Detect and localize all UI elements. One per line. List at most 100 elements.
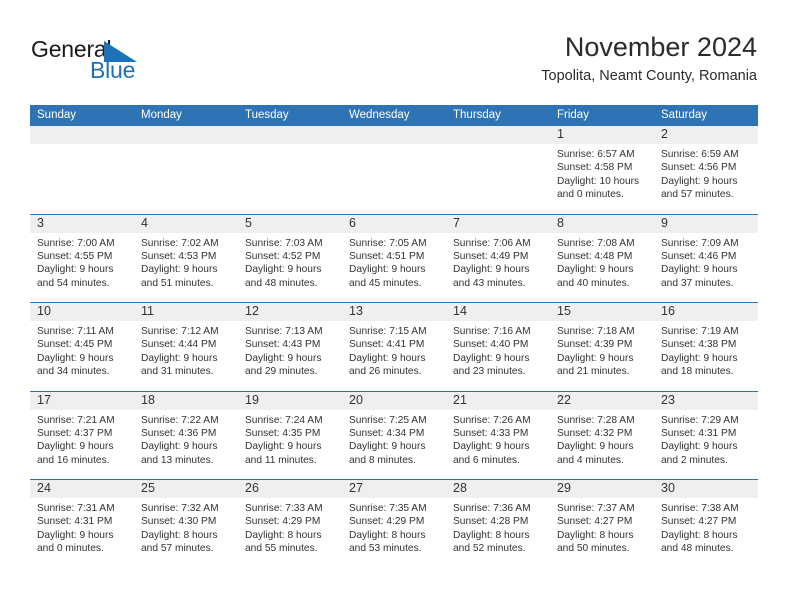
day-number: 5 [238, 214, 342, 233]
day-cell[interactable]: 25 Sunrise: 7:32 AM Sunset: 4:30 PM Dayligh… [134, 480, 238, 569]
sunrise-text: Sunrise: 7:24 AM [245, 414, 323, 426]
weekday-header-sunday: Sunday [37, 109, 77, 121]
sunrise-text: Sunrise: 7:29 AM [661, 414, 739, 426]
day-cell[interactable]: 11 Sunrise: 7:12 AM Sunset: 4:44 PM Dayligh… [134, 303, 238, 391]
day-cell[interactable]: 6 Sunrise: 7:05 AM Sunset: 4:51 PM Daylight… [342, 214, 446, 303]
day-cell[interactable]: 23 Sunrise: 7:29 AM Sunset: 4:31 PM Dayligh… [654, 391, 758, 480]
sunrise-text: Sunrise: 7:18 AM [557, 326, 635, 337]
daylight-text: Daylight: 9 hours and 0 minutes. [37, 529, 114, 555]
sunset-text: Sunset: 4:31 PM [661, 427, 737, 439]
day-number [134, 126, 238, 144]
week-row: 3 Sunrise: 7:00 AM Sunset: 4:55 PM Daylight… [30, 214, 758, 303]
day-number [342, 126, 446, 144]
daylight-text: Daylight: 8 hours and 50 minutes. [557, 529, 634, 555]
daylight-text: Daylight: 9 hours and 16 minutes. [37, 441, 114, 466]
sunrise-text: Sunrise: 6:57 AM [557, 149, 635, 160]
day-number: 1 [550, 126, 654, 144]
sunrise-text: Sunrise: 7:33 AM [245, 503, 323, 514]
day-number: 6 [342, 214, 446, 233]
daylight-text: Daylight: 9 hours and 51 minutes. [141, 264, 218, 289]
sunset-text: Sunset: 4:30 PM [141, 516, 217, 528]
sunrise-text: Sunrise: 7:12 AM [141, 326, 219, 337]
day-cell[interactable]: 17 Sunrise: 7:21 AM Sunset: 4:37 PM Dayligh… [30, 391, 134, 480]
day-number [446, 126, 550, 144]
day-number: 22 [550, 391, 654, 410]
day-cell[interactable]: 13 Sunrise: 7:15 AM Sunset: 4:41 PM Dayligh… [342, 303, 446, 391]
day-cell[interactable]: 4 Sunrise: 7:02 AM Sunset: 4:53 PM Daylight… [134, 214, 238, 303]
sunset-text: Sunset: 4:49 PM [453, 250, 529, 262]
day-number: 12 [238, 303, 342, 321]
weekday-header-saturday: Saturday [661, 109, 708, 121]
day-number: 3 [30, 214, 134, 233]
day-cell[interactable]: 30 Sunrise: 7:38 AM Sunset: 4:27 PM Dayligh… [654, 480, 758, 569]
day-cell[interactable]: 10 Sunrise: 7:11 AM Sunset: 4:45 PM Dayligh… [30, 303, 134, 391]
day-cell[interactable]: 12 Sunrise: 7:13 AM Sunset: 4:43 PM Dayligh… [238, 303, 342, 391]
day-info: Sunrise: 7:11 AM Sunset: 4:45 PM Daylight:… [30, 321, 134, 379]
day-cell[interactable]: 16 Sunrise: 7:19 AM Sunset: 4:38 PM Dayligh… [654, 303, 758, 391]
day-info: Sunrise: 7:31 AM Sunset: 4:31 PM Daylight:… [30, 498, 134, 556]
brand-logo[interactable]: General Blue [31, 38, 191, 86]
day-cell[interactable]: 18 Sunrise: 7:22 AM Sunset: 4:36 PM Dayligh… [134, 391, 238, 480]
weekday-header-monday: Monday [141, 109, 182, 121]
day-cell[interactable]: 24 Sunrise: 7:31 AM Sunset: 4:31 PM Dayligh… [30, 480, 134, 569]
day-cell[interactable]: 9 Sunrise: 7:09 AM Sunset: 4:46 PM Daylight… [654, 214, 758, 303]
day-cell[interactable]: 26 Sunrise: 7:33 AM Sunset: 4:29 PM Dayligh… [238, 480, 342, 569]
daylight-text: Daylight: 8 hours and 55 minutes. [245, 529, 322, 555]
day-cell[interactable]: 27 Sunrise: 7:35 AM Sunset: 4:29 PM Dayligh… [342, 480, 446, 569]
day-cell[interactable]: 19 Sunrise: 7:24 AM Sunset: 4:35 PM Dayligh… [238, 391, 342, 480]
daylight-text: Daylight: 9 hours and 6 minutes. [453, 441, 530, 466]
day-cell[interactable]: 1 Sunrise: 6:57 AM Sunset: 4:58 PM Daylight… [550, 126, 654, 214]
sunset-text: Sunset: 4:31 PM [37, 516, 113, 528]
day-number [238, 126, 342, 144]
day-info: Sunrise: 7:08 AM Sunset: 4:48 PM Daylight:… [550, 233, 654, 291]
day-cell[interactable]: 28 Sunrise: 7:36 AM Sunset: 4:28 PM Dayligh… [446, 480, 550, 569]
day-cell[interactable]: 29 Sunrise: 7:37 AM Sunset: 4:27 PM Dayligh… [550, 480, 654, 569]
day-info: Sunrise: 7:18 AM Sunset: 4:39 PM Daylight:… [550, 321, 654, 379]
day-number: 21 [446, 391, 550, 410]
sunrise-text: Sunrise: 7:13 AM [245, 326, 323, 337]
day-number: 7 [446, 214, 550, 233]
day-number: 27 [342, 480, 446, 498]
sunrise-text: Sunrise: 7:28 AM [557, 414, 635, 426]
daylight-text: Daylight: 9 hours and 43 minutes. [453, 264, 530, 289]
sunrise-text: Sunrise: 7:22 AM [141, 414, 219, 426]
day-info: Sunrise: 7:06 AM Sunset: 4:49 PM Daylight:… [446, 233, 550, 291]
day-cell[interactable]: 3 Sunrise: 7:00 AM Sunset: 4:55 PM Daylight… [30, 214, 134, 303]
day-info: Sunrise: 7:26 AM Sunset: 4:33 PM Daylight:… [446, 410, 550, 468]
weekday-header-row: Sunday Monday Tuesday Wednesday Thursday Frid… [30, 105, 758, 126]
sunrise-text: Sunrise: 7:26 AM [453, 414, 531, 426]
daylight-text: Daylight: 9 hours and 13 minutes. [141, 441, 218, 466]
daylight-text: Daylight: 9 hours and 31 minutes. [141, 352, 218, 378]
day-cell[interactable]: 21 Sunrise: 7:26 AM Sunset: 4:33 PM Dayligh… [446, 391, 550, 480]
day-cell-empty [342, 126, 446, 214]
daylight-text: Daylight: 8 hours and 53 minutes. [349, 529, 426, 555]
day-cell-empty [238, 126, 342, 214]
week-row: 10 Sunrise: 7:11 AM Sunset: 4:45 PM Dayligh… [30, 303, 758, 392]
day-cell[interactable]: 20 Sunrise: 7:25 AM Sunset: 4:34 PM Dayligh… [342, 391, 446, 480]
day-cell[interactable]: 5 Sunrise: 7:03 AM Sunset: 4:52 PM Daylight… [238, 214, 342, 303]
day-info: Sunrise: 7:03 AM Sunset: 4:52 PM Daylight:… [238, 233, 342, 291]
day-cell[interactable]: 15 Sunrise: 7:18 AM Sunset: 4:39 PM Dayligh… [550, 303, 654, 391]
day-info: Sunrise: 7:36 AM Sunset: 4:28 PM Daylight:… [446, 498, 550, 556]
day-info: Sunrise: 6:57 AM Sunset: 4:58 PM Daylight:… [550, 144, 654, 202]
day-info: Sunrise: 7:37 AM Sunset: 4:27 PM Daylight:… [550, 498, 654, 556]
daylight-text: Daylight: 9 hours and 23 minutes. [453, 352, 530, 378]
calendar-grid: Sunday Monday Tuesday Wednesday Thursday Frid… [30, 105, 758, 569]
sunrise-text: Sunrise: 7:38 AM [661, 503, 739, 514]
day-cell[interactable]: 2 Sunrise: 6:59 AM Sunset: 4:56 PM Daylight… [654, 126, 758, 214]
day-info: Sunrise: 7:00 AM Sunset: 4:55 PM Daylight:… [30, 233, 134, 291]
day-cell[interactable]: 14 Sunrise: 7:16 AM Sunset: 4:40 PM Dayligh… [446, 303, 550, 391]
sunrise-text: Sunrise: 7:31 AM [37, 503, 115, 514]
day-cell[interactable]: 8 Sunrise: 7:08 AM Sunset: 4:48 PM Daylight… [550, 214, 654, 303]
day-info: Sunrise: 7:22 AM Sunset: 4:36 PM Daylight:… [134, 410, 238, 468]
sunset-text: Sunset: 4:39 PM [557, 339, 633, 351]
sunrise-text: Sunrise: 7:15 AM [349, 326, 427, 337]
day-number: 25 [134, 480, 238, 498]
sunset-text: Sunset: 4:29 PM [349, 516, 425, 528]
daylight-text: Daylight: 9 hours and 54 minutes. [37, 264, 114, 289]
day-cell[interactable]: 7 Sunrise: 7:06 AM Sunset: 4:49 PM Daylight… [446, 214, 550, 303]
page-subtitle: Topolita, Neamt County, Romania [541, 68, 757, 85]
day-cell[interactable]: 22 Sunrise: 7:28 AM Sunset: 4:32 PM Dayligh… [550, 391, 654, 480]
sunset-text: Sunset: 4:38 PM [661, 339, 737, 351]
daylight-text: Daylight: 10 hours and 0 minutes. [557, 175, 640, 201]
